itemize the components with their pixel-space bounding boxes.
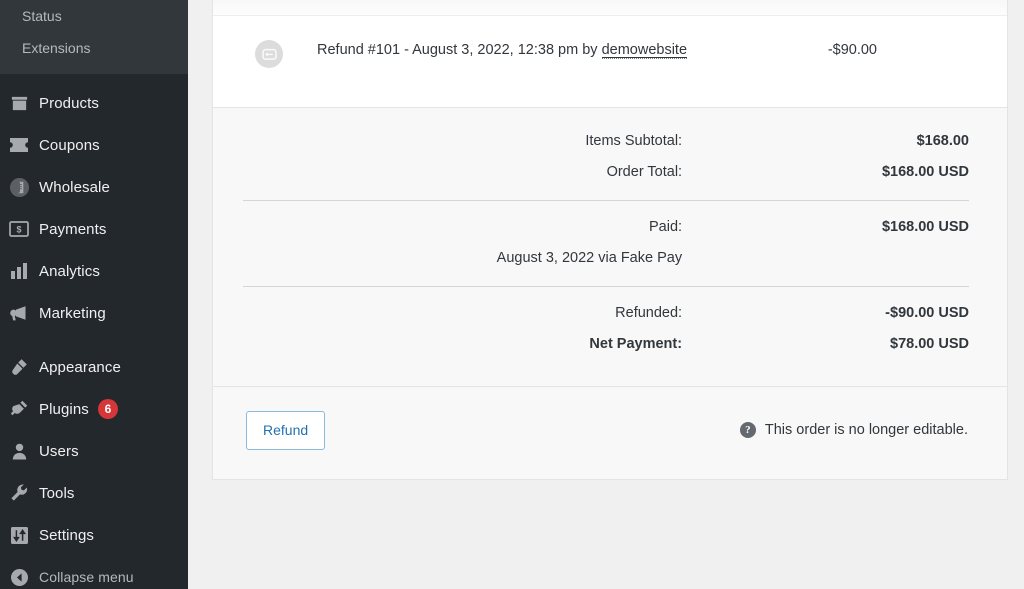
- sidebar-item-payments[interactable]: $ Payments: [0, 208, 188, 250]
- sidebar-menu-list: Products Coupons Wholesale $ Payments An…: [0, 74, 188, 589]
- net-payment-label: Net Payment:: [589, 336, 683, 352]
- sidebar-item-collapse-menu[interactable]: Collapse menu: [0, 556, 188, 589]
- sidebar-item-label: Coupons: [39, 136, 100, 154]
- totals-divider-2: [243, 274, 977, 298]
- refund-description-text: Refund #101 - August 3, 2022, 12:38 pm b…: [317, 42, 598, 58]
- products-icon: [6, 92, 32, 114]
- wholesale-icon: [6, 176, 32, 198]
- plugins-update-badge: 6: [97, 399, 118, 420]
- totals-row-net-payment: Net Payment: $78.00 USD: [243, 329, 977, 360]
- refund-amount: -$90.00: [827, 42, 877, 58]
- sidebar-item-coupons[interactable]: Coupons: [0, 124, 188, 166]
- sidebar-subitem-extensions[interactable]: Extensions: [0, 33, 188, 65]
- screen: Status Extensions Products Coupons Whole…: [0, 0, 1024, 589]
- payments-icon: $: [6, 218, 32, 240]
- refunded-label: Refunded:: [615, 305, 683, 321]
- sidebar-item-plugins[interactable]: Plugins 6: [0, 388, 188, 430]
- items-subtotal-label: Items Subtotal:: [585, 133, 683, 149]
- order-not-editable-text: This order is no longer editable.: [764, 422, 968, 438]
- totals-row-order-total: Order Total: $168.00 USD: [243, 157, 977, 188]
- totals-row-items-subtotal: Items Subtotal: $168.00: [243, 126, 977, 157]
- sidebar-item-analytics[interactable]: Analytics: [0, 250, 188, 292]
- net-payment-value: $78.00 USD: [890, 336, 969, 352]
- sidebar-item-label: Settings: [39, 526, 94, 544]
- sidebar-item-label: Appearance: [39, 358, 121, 376]
- refund-icon: [255, 40, 283, 68]
- totals-divider-1: [243, 188, 977, 212]
- coupons-icon: [6, 134, 32, 156]
- order-total-value: $168.00 USD: [881, 164, 969, 180]
- sidebar-item-label: Wholesale: [39, 178, 110, 196]
- sidebar-item-marketing[interactable]: Marketing: [0, 292, 188, 334]
- sidebar-item-label: Analytics: [39, 262, 100, 280]
- admin-sidebar: Status Extensions Products Coupons Whole…: [0, 0, 188, 589]
- refund-button[interactable]: Refund: [246, 410, 326, 450]
- sidebar-item-label: Payments: [39, 220, 107, 238]
- items-subtotal-value: $168.00: [916, 133, 969, 149]
- plugins-icon: [6, 398, 32, 420]
- main-content: Refund #101 - August 3, 2022, 12:38 pm b…: [188, 0, 1024, 589]
- order-item-row-partial: [213, 0, 1007, 16]
- marketing-icon: [6, 302, 32, 324]
- sidebar-separator: [0, 334, 188, 346]
- paid-label: Paid:: [649, 219, 683, 235]
- collapse-icon: [6, 566, 32, 588]
- sidebar-item-label: Users: [39, 442, 79, 460]
- paid-value: $168.00 USD: [881, 219, 969, 235]
- sidebar-submenu-woocommerce: Status Extensions: [0, 0, 188, 75]
- order-items-panel: Refund #101 - August 3, 2022, 12:38 pm b…: [212, 0, 1008, 480]
- sidebar-item-tools[interactable]: Tools: [0, 472, 188, 514]
- tools-icon: [6, 482, 32, 504]
- order-totals-table: Items Subtotal: $168.00 Order Total: $16…: [243, 126, 977, 360]
- order-not-editable-note: ? This order is no longer editable.: [739, 422, 983, 438]
- settings-icon: [6, 524, 32, 546]
- refunded-value: -$90.00 USD: [885, 305, 969, 321]
- totals-row-paid-note: August 3, 2022 via Fake Pay: [243, 243, 977, 274]
- order-totals-footer: Refund ? This order is no longer editabl…: [213, 387, 1007, 479]
- refund-line-item-row: Refund #101 - August 3, 2022, 12:38 pm b…: [213, 16, 1007, 108]
- sidebar-item-label: Plugins: [39, 400, 89, 418]
- refund-author-link[interactable]: demowebsite: [601, 42, 688, 59]
- sidebar-item-label: Products: [39, 94, 99, 112]
- sidebar-item-label: Tools: [39, 484, 75, 502]
- users-icon: [6, 440, 32, 462]
- sidebar-item-users[interactable]: Users: [0, 430, 188, 472]
- paid-note: August 3, 2022 via Fake Pay: [496, 250, 683, 266]
- sidebar-item-label: Collapse menu: [39, 569, 134, 586]
- order-totals-section: Items Subtotal: $168.00 Order Total: $16…: [213, 108, 1007, 387]
- appearance-icon: [6, 356, 32, 378]
- refund-description: Refund #101 - August 3, 2022, 12:38 pm b…: [317, 38, 707, 63]
- sidebar-item-wholesale[interactable]: Wholesale: [0, 166, 188, 208]
- help-icon[interactable]: ?: [739, 422, 756, 438]
- sidebar-item-settings[interactable]: Settings: [0, 514, 188, 556]
- order-total-label: Order Total:: [606, 164, 683, 180]
- sidebar-subitem-status[interactable]: Status: [0, 0, 188, 33]
- totals-row-refunded: Refunded: -$90.00 USD: [243, 298, 977, 329]
- analytics-icon: [6, 260, 32, 282]
- sidebar-item-label: Marketing: [39, 304, 106, 322]
- sidebar-item-products[interactable]: Products: [0, 82, 188, 124]
- svg-text:$: $: [16, 225, 21, 235]
- sidebar-item-appearance[interactable]: Appearance: [0, 346, 188, 388]
- totals-row-paid: Paid: $168.00 USD: [243, 212, 977, 243]
